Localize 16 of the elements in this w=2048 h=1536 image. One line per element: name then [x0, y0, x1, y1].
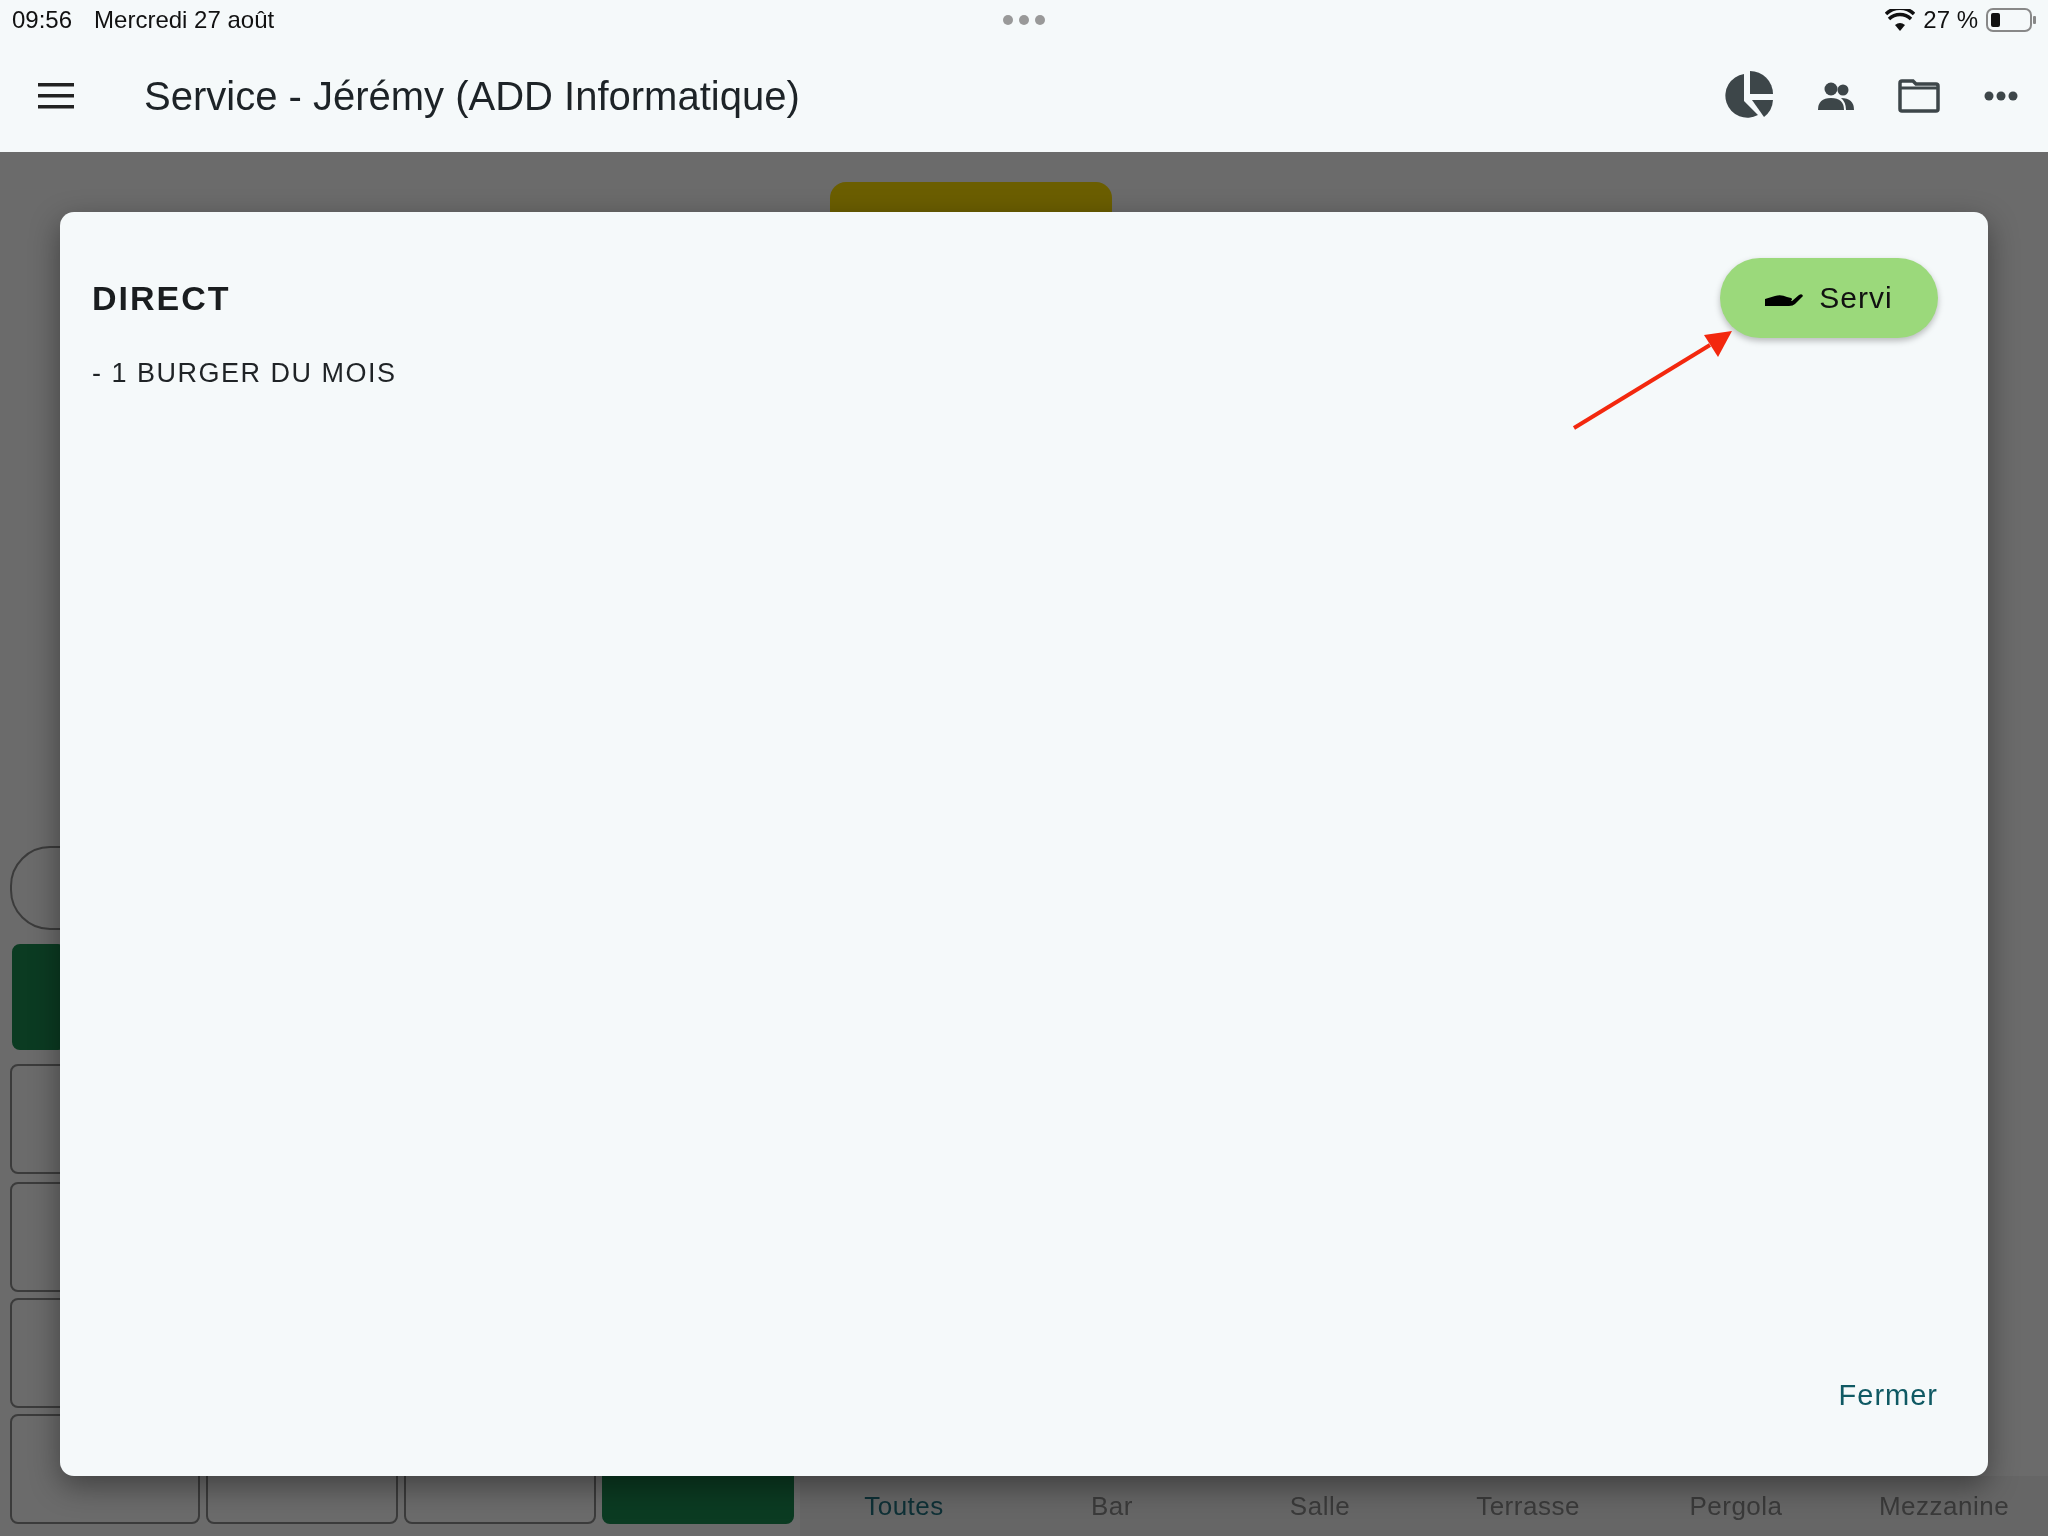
room-tab[interactable]: Toutes	[800, 1476, 1008, 1536]
people-icon[interactable]	[1818, 82, 1854, 110]
folder-icon[interactable]	[1898, 79, 1940, 113]
close-button[interactable]: Fermer	[1838, 1375, 1938, 1416]
status-date: Mercredi 27 août	[94, 6, 275, 34]
battery-icon	[1986, 8, 2036, 32]
served-button[interactable]: Servi	[1720, 258, 1938, 338]
order-line: - 1 BURGER DU MOIS	[92, 358, 398, 389]
dialog-title: DIRECT	[92, 278, 231, 318]
battery-percentage: 27 %	[1923, 6, 1978, 34]
wifi-icon	[1885, 9, 1916, 31]
app-title: Service - Jérémy (ADD Informatique)	[144, 73, 800, 119]
multitasking-dots-icon[interactable]	[1002, 14, 1046, 26]
status-time: 09:56	[12, 6, 73, 34]
menu-icon[interactable]	[38, 83, 74, 109]
more-icon[interactable]	[1984, 91, 2018, 101]
